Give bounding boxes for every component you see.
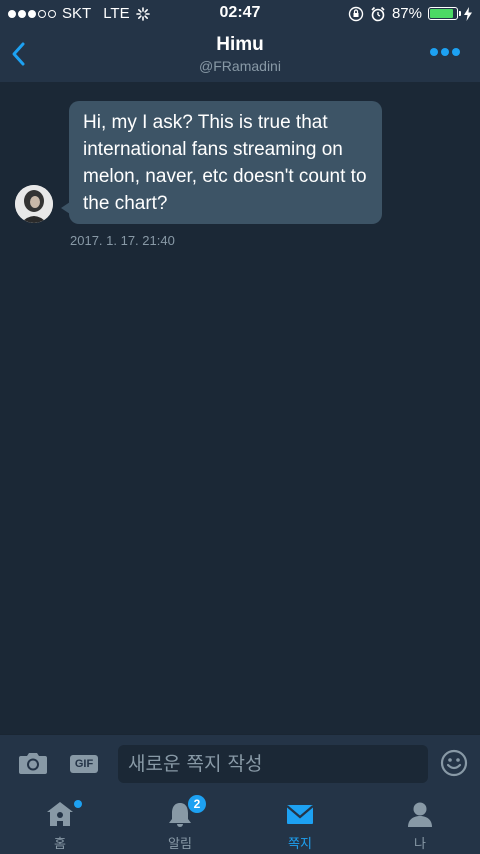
message-input[interactable] bbox=[118, 745, 428, 783]
emoji-button[interactable] bbox=[440, 749, 468, 777]
tab-home[interactable]: 홈 bbox=[0, 790, 120, 854]
camera-icon bbox=[19, 753, 47, 774]
message-composer: GIF bbox=[0, 734, 480, 790]
avatar-image-icon bbox=[15, 185, 53, 223]
smiley-icon bbox=[440, 749, 468, 777]
orientation-lock-icon bbox=[348, 6, 364, 21]
gif-button[interactable]: GIF bbox=[70, 755, 98, 773]
envelope-icon bbox=[286, 805, 314, 824]
tab-profile[interactable]: 나 bbox=[360, 790, 480, 854]
conversation-header: Himu @FRamadini bbox=[0, 28, 480, 82]
status-bar: SKT LTE 02:47 87% bbox=[0, 0, 480, 28]
tab-home-label: 홈 bbox=[54, 837, 66, 852]
battery-icon bbox=[428, 7, 461, 20]
conversation-handle: @FRamadini bbox=[199, 58, 281, 74]
sender-avatar[interactable] bbox=[15, 185, 53, 223]
tab-messages[interactable]: 쪽지 bbox=[240, 790, 360, 854]
person-icon bbox=[408, 802, 432, 827]
alarm-icon bbox=[371, 6, 385, 21]
battery-level-fill bbox=[430, 9, 453, 18]
bottom-tab-bar: 홈 2 알림 쪽지 나 bbox=[0, 790, 480, 854]
message-timestamp: 2017. 1. 17. 21:40 bbox=[70, 233, 175, 248]
home-icon bbox=[47, 802, 73, 826]
camera-button[interactable] bbox=[18, 750, 48, 776]
charging-bolt-icon bbox=[464, 6, 472, 21]
notification-count-badge: 2 bbox=[188, 795, 206, 813]
conversation-title: Himu bbox=[216, 34, 264, 55]
tab-profile-label: 나 bbox=[414, 837, 426, 852]
more-options-button[interactable] bbox=[430, 48, 460, 56]
tab-notifications-label: 알림 bbox=[168, 837, 192, 852]
more-dot-icon bbox=[452, 48, 460, 56]
tab-messages-label: 쪽지 bbox=[288, 837, 312, 852]
status-right: 87% bbox=[348, 5, 472, 22]
message-bubble[interactable]: Hi, my I ask? This is true that internat… bbox=[69, 101, 382, 224]
tab-notifications[interactable]: 2 알림 bbox=[120, 790, 240, 854]
more-dot-icon bbox=[430, 48, 438, 56]
top-bar: SKT LTE 02:47 87% Himu @FRamadini bbox=[0, 0, 480, 82]
home-notification-dot bbox=[74, 800, 82, 808]
message-thread[interactable]: Hi, my I ask? This is true that internat… bbox=[0, 82, 480, 734]
battery-percent: 87% bbox=[391, 5, 422, 22]
more-dot-icon bbox=[441, 48, 449, 56]
